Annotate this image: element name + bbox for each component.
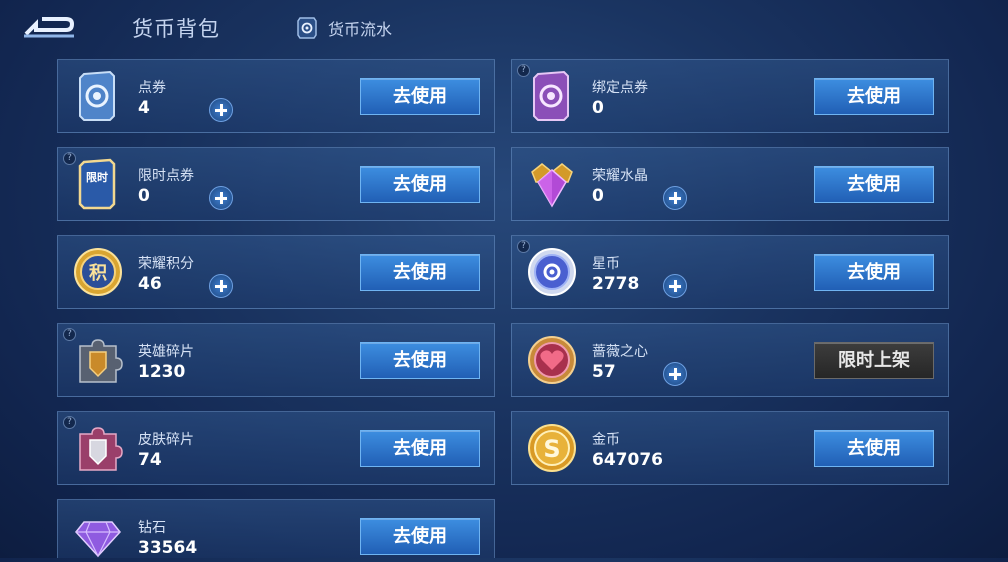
use-button[interactable]: 去使用 <box>360 342 480 379</box>
page-title: 货币背包 <box>132 17 220 41</box>
currency-name: 星币 <box>592 256 620 272</box>
use-button[interactable]: 去使用 <box>814 254 934 291</box>
currency-name: 点券 <box>138 80 166 96</box>
currency-value: 0 <box>138 186 150 206</box>
currency-value: 647076 <box>592 450 663 470</box>
back-button[interactable] <box>22 12 78 42</box>
currency-card-limited-points: ? 限时 限时点券 0 去使用 <box>57 147 495 221</box>
currency-card-honor-points: 积 荣耀积分 46 去使用 <box>57 235 495 309</box>
currency-value: 74 <box>138 450 162 470</box>
star-coin-icon <box>528 248 576 296</box>
add-icon[interactable] <box>663 186 687 210</box>
currency-value: 2778 <box>592 274 640 294</box>
currency-card-skin-fragment: ? 皮肤碎片 74 去使用 <box>57 411 495 485</box>
add-icon[interactable] <box>663 362 687 386</box>
currency-flow-icon <box>297 17 317 39</box>
add-icon[interactable] <box>209 274 233 298</box>
limited-coupon-icon: 限时 <box>78 158 116 210</box>
currency-name: 限时点券 <box>138 168 194 184</box>
skin-fragment-icon <box>79 427 123 471</box>
use-button[interactable]: 去使用 <box>814 430 934 467</box>
honor-icon-text: 积 <box>89 263 107 284</box>
limited-listing-button[interactable]: 限时上架 <box>814 342 934 379</box>
use-button[interactable]: 去使用 <box>814 166 934 203</box>
currency-name: 蔷薇之心 <box>592 344 648 360</box>
honor-points-icon: 积 <box>74 248 122 296</box>
currency-flow-link[interactable]: 货币流水 <box>296 14 392 42</box>
currency-name: 英雄碎片 <box>138 344 194 360</box>
currency-name: 荣耀水晶 <box>592 168 648 184</box>
rose-heart-icon <box>528 336 576 384</box>
add-icon[interactable] <box>209 186 233 210</box>
currency-value: 4 <box>138 98 150 118</box>
diamond-icon <box>75 521 121 558</box>
currency-value: 46 <box>138 274 162 294</box>
crystal-icon <box>531 163 573 208</box>
currency-card-crystal: 荣耀水晶 0 去使用 <box>511 147 949 221</box>
currency-value: 0 <box>592 98 604 118</box>
currency-value: 1230 <box>138 362 186 382</box>
currency-name: 荣耀积分 <box>138 256 194 272</box>
currency-card-rose-heart: 蔷薇之心 57 限时上架 <box>511 323 949 397</box>
use-button[interactable]: 去使用 <box>814 78 934 115</box>
gold-coin-icon: S <box>528 424 576 472</box>
currency-card-gold-coin: S 金币 647076 去使用 <box>511 411 949 485</box>
currency-card-points: 点券 4 去使用 <box>57 59 495 133</box>
currency-card-star-coin: ? 星币 2778 去使用 <box>511 235 949 309</box>
use-button[interactable]: 去使用 <box>360 518 480 555</box>
back-arrow-icon <box>24 17 75 38</box>
use-button[interactable]: 去使用 <box>360 254 480 291</box>
currency-card-hero-fragment: ? 英雄碎片 1230 去使用 <box>57 323 495 397</box>
currency-value: 0 <box>592 186 604 206</box>
coupon-icon <box>79 70 115 121</box>
currency-value: 57 <box>592 362 616 382</box>
top-bar: 货币背包 货币流水 <box>0 0 1008 56</box>
currency-name: 皮肤碎片 <box>138 432 194 448</box>
currency-value: 33564 <box>138 538 198 558</box>
currency-name: 钻石 <box>138 520 166 536</box>
use-button[interactable]: 去使用 <box>360 166 480 203</box>
currency-card-diamond: 钻石 33564 去使用 <box>57 499 495 558</box>
limited-icon-text: 限时 <box>86 170 108 184</box>
currency-name: 绑定点券 <box>592 80 648 96</box>
currency-name: 金币 <box>592 432 620 448</box>
hero-fragment-icon <box>79 339 123 383</box>
gold-icon-text: S <box>543 435 560 463</box>
currency-flow-label: 货币流水 <box>328 20 393 39</box>
bound-coupon-icon <box>533 70 569 121</box>
currency-card-bound-points: ? 绑定点券 0 去使用 <box>511 59 949 133</box>
add-icon[interactable] <box>663 274 687 298</box>
use-button[interactable]: 去使用 <box>360 430 480 467</box>
use-button[interactable]: 去使用 <box>360 78 480 115</box>
add-icon[interactable] <box>209 98 233 122</box>
